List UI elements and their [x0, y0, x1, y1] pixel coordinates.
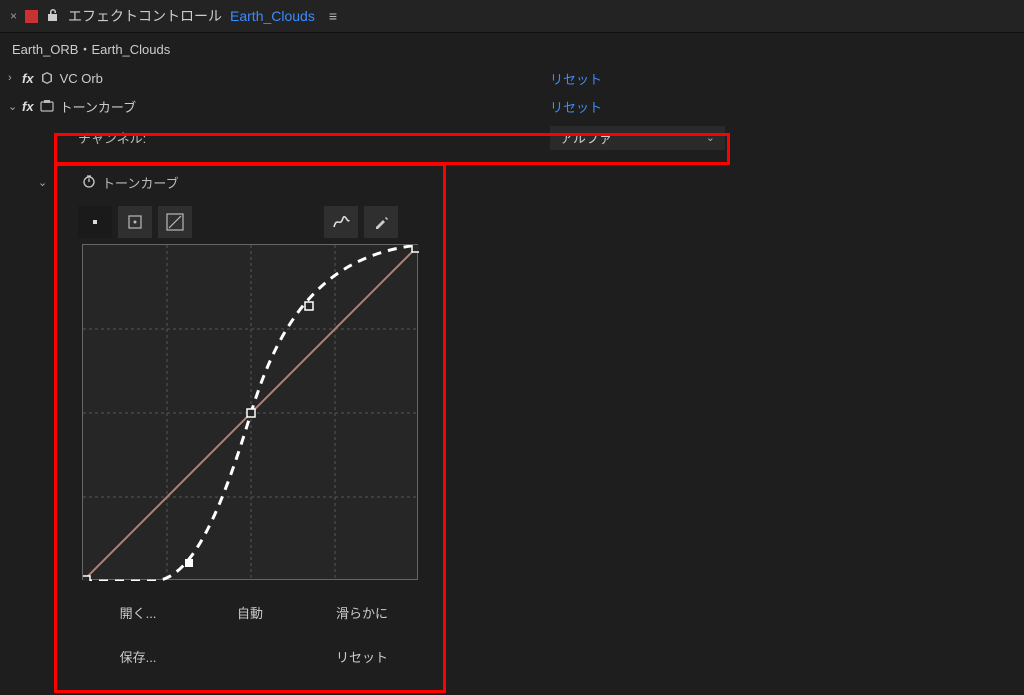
curve-tool-pencil[interactable] [364, 206, 398, 238]
preset-icon[interactable] [40, 99, 54, 113]
channel-row: チャンネル: アルファ ⌄ [0, 120, 1024, 155]
curve-tool-free[interactable] [158, 206, 192, 238]
stopwatch-icon[interactable] [82, 174, 96, 191]
effect-name-vcorb[interactable]: VC Orb [60, 71, 103, 86]
twirl-expanded-icon[interactable]: ⌄ [8, 100, 22, 113]
effect-name-curves[interactable]: トーンカーブ [60, 97, 137, 116]
channel-label: チャンネル: [8, 128, 146, 147]
reset-link-vcorb[interactable]: リセット [550, 69, 602, 88]
reset-button[interactable]: リセット [306, 634, 418, 678]
panel-menu-icon[interactable]: ≡ [329, 8, 337, 24]
curve-tool-smooth[interactable] [324, 206, 358, 238]
chevron-down-icon: ⌄ [706, 131, 715, 144]
twirl-collapsed-icon[interactable]: › [8, 72, 22, 84]
blank-cell [194, 634, 306, 678]
fx-badge[interactable]: fx [22, 99, 34, 114]
curves-property-label[interactable]: トーンカーブ [102, 173, 179, 192]
recording-indicator [25, 10, 38, 23]
curve-buttons: 開く... 自動 滑らかに 保存... リセット [82, 590, 418, 678]
save-button[interactable]: 保存... [82, 634, 194, 678]
breadcrumb: Earth_ORB・Earth_Clouds [0, 33, 1024, 64]
cube-icon [40, 71, 54, 85]
smooth-button[interactable]: 滑らかに [306, 590, 418, 634]
panel-header: × エフェクトコントロール Earth_Clouds ≡ [0, 0, 1024, 33]
panel-title: エフェクトコントロール [68, 6, 222, 26]
close-icon[interactable]: × [10, 9, 17, 23]
curve-graph[interactable] [82, 244, 418, 580]
effect-row-vcorb: › fx VC Orb リセット [0, 64, 1024, 92]
curves-toolbar [78, 206, 1024, 238]
reset-link-curves[interactable]: リセット [550, 97, 602, 116]
effect-row-curves: ⌄ fx トーンカーブ リセット [0, 92, 1024, 120]
open-button[interactable]: 開く... [82, 590, 194, 634]
channel-dropdown[interactable]: アルファ ⌄ [550, 126, 725, 150]
channel-dropdown-value: アルファ [560, 128, 612, 147]
curves-property-row: ⌄ トーンカーブ [38, 169, 1024, 196]
auto-button[interactable]: 自動 [194, 590, 306, 634]
curve-tool-linear[interactable] [118, 206, 152, 238]
twirl-expanded-icon[interactable]: ⌄ [38, 176, 52, 189]
curve-tool-point[interactable] [78, 206, 112, 238]
layer-link[interactable]: Earth_Clouds [230, 8, 315, 24]
lock-icon[interactable] [46, 7, 60, 26]
fx-badge[interactable]: fx [22, 71, 34, 86]
